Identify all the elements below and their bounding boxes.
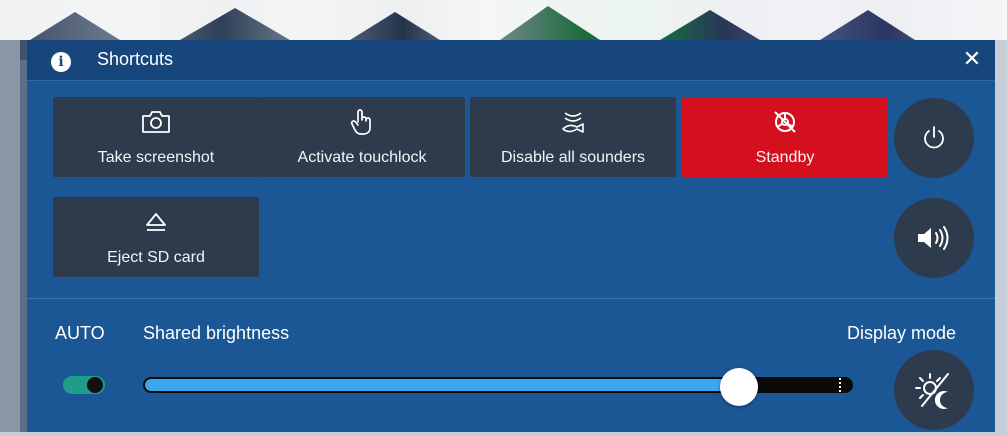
touch-hand-icon [259,109,465,135]
brightness-slider-fill [145,379,739,391]
power-icon [924,126,944,149]
info-icon: i [51,52,71,72]
brightness-slider-thumb[interactable] [720,368,759,406]
take-screenshot-label: Take screenshot [97,149,215,166]
volume-button[interactable] [894,198,974,278]
shared-brightness-label: Shared brightness [143,323,290,343]
section-divider [27,298,995,299]
disable-all-sounders-button[interactable]: Disable all sounders [470,97,676,177]
close-icon[interactable]: ✕ [959,46,985,72]
shortcuts-panel: i Shortcuts ✕ Take screenshot Activate t… [27,40,995,432]
background-left-edge [0,40,20,436]
sounder-off-icon [470,109,676,135]
day-night-icon [915,373,949,409]
display-mode-button[interactable] [894,350,974,430]
toggle-knob [87,377,103,393]
auto-brightness-toggle[interactable] [63,376,105,394]
eject-sd-card-label: Eject SD card [107,249,205,266]
camera-icon [53,109,259,135]
standby-off-icon [682,109,888,135]
volume-icon [918,226,949,250]
take-screenshot-button[interactable]: Take screenshot [53,97,259,177]
eject-sd-card-button[interactable]: Eject SD card [53,197,259,277]
standby-label: Standby [755,149,815,166]
shortcuts-header: i Shortcuts ✕ [27,40,995,81]
power-button[interactable] [894,98,974,178]
standby-button[interactable]: Standby [682,97,888,177]
activate-touchlock-label: Activate touchlock [297,149,427,166]
panel-title: Shortcuts [97,49,174,69]
disable-all-sounders-label: Disable all sounders [500,149,646,166]
display-mode-label: Display mode [847,323,957,343]
slider-end-marker [839,378,843,392]
background-right-edge [995,40,1007,436]
background-bottom-edge [0,432,1007,436]
activate-touchlock-button[interactable]: Activate touchlock [259,97,465,177]
eject-icon [53,209,259,235]
auto-label: AUTO [55,323,105,343]
